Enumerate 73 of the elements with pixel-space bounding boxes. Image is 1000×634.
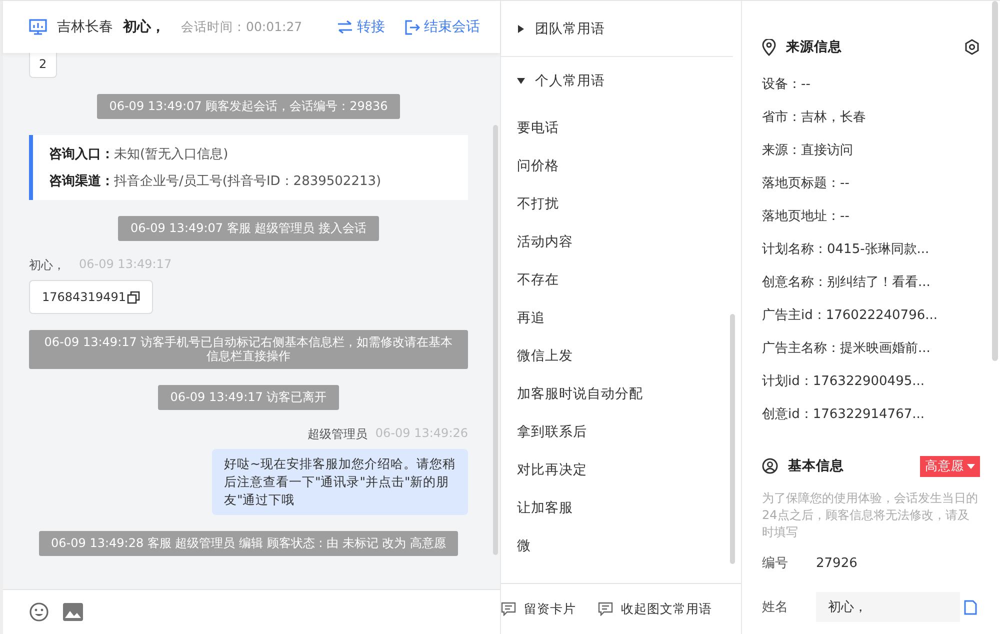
name-field[interactable]: 初心，	[816, 592, 960, 622]
settings-icon[interactable]	[964, 39, 980, 55]
section-title: 基本信息	[788, 457, 845, 475]
phrase-item[interactable]: 让加客服	[517, 489, 725, 527]
system-notice: 06-09 13:49:17 访客手机号已自动标记右侧基本信息栏，如需修改请在基本信息栏直接操作	[29, 330, 468, 369]
phrase-group-header[interactable]: 个人常用语	[501, 61, 741, 101]
status-dropdown[interactable]: 高意愿	[920, 456, 980, 476]
source-info-item: 设备：--	[762, 76, 812, 94]
footer-button[interactable]: 留资卡片	[501, 600, 576, 618]
scrollbar[interactable]	[730, 314, 735, 564]
swap-icon	[337, 20, 353, 34]
info-label: 咨询入口：	[49, 147, 114, 162]
info-label: 咨询渠道：	[49, 174, 114, 190]
phrase-item[interactable]: 不打扰	[517, 185, 725, 223]
phrase-item[interactable]: 再追	[517, 299, 725, 337]
source-info-item: 来源：直接访问	[762, 142, 854, 160]
number-card: 2	[29, 53, 57, 78]
monitor-icon	[29, 19, 47, 35]
phrase-item[interactable]: 要电话	[517, 109, 725, 147]
caret-icon	[517, 24, 525, 32]
notice-text: 为了保障您的使用体验，会话发生当日的24点之后，顾客信息将无法修改，请及时填写	[762, 490, 979, 541]
footer-button[interactable]: 收起图文常用语	[598, 600, 712, 618]
phrase-item[interactable]: 对比再决定	[517, 451, 725, 489]
field-value: 27926	[816, 556, 858, 570]
phrase-item[interactable]: 活动内容	[517, 223, 725, 261]
end-session-button[interactable]: 结束会话	[405, 18, 480, 36]
caret-icon	[967, 464, 975, 468]
phrase-item[interactable]: 加客服时说自动分配	[517, 375, 725, 413]
scrollbar[interactable]	[992, 1, 998, 361]
source-info-item: 创意名称：别纠结了！看看...	[762, 274, 932, 292]
session-duration: 会话时间：00:01:27	[181, 18, 304, 36]
message-time: 06-09 13:49:26	[375, 426, 468, 442]
system-notice: 06-09 13:49:28 客服 超级管理员 编辑 顾客状态 : 由 未标记 改为 高意愿	[39, 530, 458, 556]
message-icon	[501, 602, 516, 616]
phrase-item[interactable]: 问价格	[517, 147, 725, 185]
sender-name: 初心，	[29, 257, 65, 274]
source-info-item: 广告主id：176022240796...	[762, 306, 939, 324]
source-info-item: 计划名称：0415-张琳同款...	[762, 240, 930, 258]
message-icon	[598, 602, 613, 616]
emoji-icon[interactable]	[29, 602, 49, 622]
transfer-button[interactable]: 转接	[337, 18, 385, 36]
system-notice: 06-09 13:49:07 顾客发起会话，会话编号：29836	[97, 94, 400, 120]
section-title: 来源信息	[786, 38, 843, 56]
sender-name: 超级管理员	[307, 426, 368, 443]
source-info-item: 计划id：176322900495...	[762, 372, 926, 390]
user-icon	[762, 458, 778, 474]
phone-number: 17684319491	[42, 290, 126, 304]
image-icon[interactable]	[63, 603, 83, 621]
copy-icon[interactable]	[126, 290, 140, 304]
message-bubble: 好哒~现在安排客服加您介绍哈。请您稍后注意查看一下"通讯录"并点击"新的朋友"通过下哦	[212, 448, 468, 515]
system-notice: 06-09 13:49:07 客服 超级管理员 接入会话	[118, 216, 379, 242]
customer-location: 吉林长春	[57, 18, 113, 36]
field-label: 姓名	[762, 599, 789, 616]
info-value: 抖音企业号/员工号(抖音号ID：2839502213)	[114, 174, 382, 190]
phrase-group-header[interactable]: 团队常用语	[501, 1, 733, 57]
phrase-item[interactable]: 微信上发	[517, 337, 725, 375]
info-value: 未知(暂无入口信息)	[114, 147, 228, 162]
source-info-item: 省市：吉林，长春	[762, 108, 867, 126]
message-time: 06-09 13:49:17	[79, 257, 172, 274]
customer-name: 初心，	[123, 18, 165, 36]
source-info-item: 广告主名称：提米映画婚前...	[762, 340, 932, 358]
source-info-item: 落地页标题：--	[762, 174, 850, 192]
field-label: 编号	[762, 555, 789, 572]
phrase-item[interactable]: 微	[517, 527, 725, 565]
phrase-item[interactable]: 不存在	[517, 261, 725, 299]
scrollbar[interactable]	[493, 125, 498, 555]
source-info-item: 落地页地址：--	[762, 208, 850, 226]
exit-icon	[405, 20, 420, 34]
location-pin-icon	[762, 38, 776, 56]
system-notice: 06-09 13:49:17 访客已离开	[158, 384, 339, 410]
source-info-item: 创意id：176322914767...	[762, 406, 926, 424]
caret-icon	[517, 77, 525, 85]
phrase-item[interactable]: 拿到联系后	[517, 413, 725, 451]
